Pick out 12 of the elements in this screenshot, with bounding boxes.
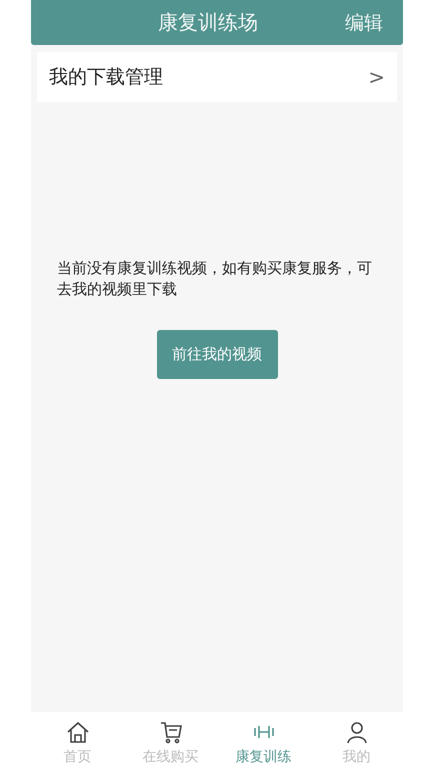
go-to-videos-button[interactable]: 前往我的视频 [156,330,278,379]
empty-message: 当前没有康复训练视频，如有购买康复服务，可去我的视频里下载 [57,258,373,300]
tab[interactable]: 我的 [310,712,403,768]
tab[interactable]: 在线购买 [124,712,217,768]
chevron-icon: > [368,65,385,89]
tab[interactable]: 首页 [31,712,124,768]
download-management-row[interactable]: 我的下载管理 > [37,52,397,102]
tab[interactable]: 康复训练 [217,712,310,768]
row-label: 我的下载管理 [49,65,163,90]
edit-button[interactable]: 编辑 [345,10,383,36]
page-title: 康复训练场 [157,9,259,36]
home-icon [64,720,90,744]
